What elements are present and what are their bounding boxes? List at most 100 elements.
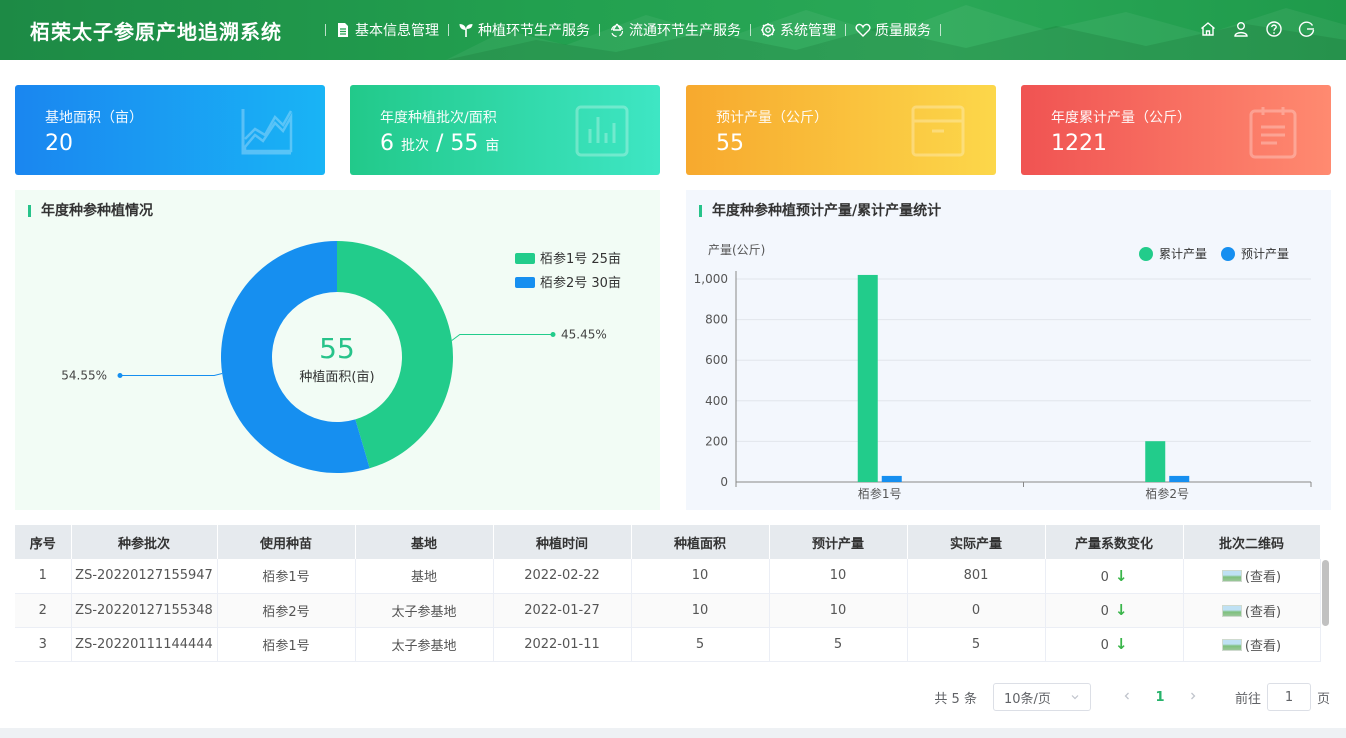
donut-center-label: 种植面积(亩): [299, 369, 374, 385]
table-cell: 0 ↓: [1045, 627, 1184, 662]
nav-label: 质量服务: [875, 23, 931, 39]
view-qr-link[interactable]: (查看): [1245, 605, 1281, 620]
table-cell: 2: [15, 593, 72, 628]
nav-circulation-service[interactable]: 流通环节生产服务: [609, 20, 741, 40]
prev-page-button[interactable]: [1115, 690, 1139, 705]
total-count: 共 5 条: [934, 691, 977, 707]
nav-label: 种植环节生产服务: [478, 23, 590, 39]
qr-thumbnail-icon: [1221, 638, 1242, 651]
bar[interactable]: [857, 274, 878, 482]
planting-overview-panel: 年度种参种植情况 45.45% 54.55% 55 种植面积(亩) 栢参1号 25亩 栢参…: [15, 190, 660, 510]
goto-page-input[interactable]: [1266, 683, 1311, 711]
table-row[interactable]: 3 ZS-20220111144444 栢参1号 太子参基地 2022-01-11 5 5 5…: [15, 627, 1321, 662]
table-cell: 10: [769, 593, 908, 628]
y-axis-label: 产量(公斤): [708, 243, 765, 257]
table-cell: 基地: [355, 559, 494, 594]
page-size-select[interactable]: 10条/页: [992, 683, 1091, 711]
table-cell: 10: [631, 559, 770, 594]
nav-planting-service[interactable]: 种植环节生产服务: [458, 20, 590, 40]
footer-bar: [0, 728, 1346, 738]
view-qr-link[interactable]: (查看): [1245, 570, 1281, 585]
bar[interactable]: [881, 475, 902, 482]
table-cell[interactable]: (查看): [1183, 559, 1321, 594]
page-number[interactable]: 1: [1145, 690, 1175, 705]
column-header: 预计产量: [769, 525, 908, 559]
app-title: 栢荣太子参原产地追溯系统: [30, 20, 282, 44]
table-cell: 0: [907, 593, 1046, 628]
main-nav: 基本信息管理 种植环节生产服务 流通环节生产服务 系统管理 质量服务: [322, 0, 950, 60]
gear-icon: [761, 23, 775, 37]
table-cell: 太子参基地: [355, 593, 494, 628]
table-cell: 栢参1号: [217, 559, 356, 594]
coefficient-value: 0: [1100, 638, 1109, 653]
legend-label: 预计产量: [1241, 247, 1289, 261]
table-cell: 801: [907, 559, 1046, 594]
nav-label: 系统管理: [780, 23, 836, 39]
help-icon[interactable]: [1265, 20, 1283, 38]
table-row[interactable]: 2 ZS-20220127155348 栢参2号 太子参基地 2022-01-27 10 1…: [15, 593, 1321, 628]
table-cell: 3: [15, 627, 72, 662]
column-header: 种参批次: [71, 525, 218, 559]
table-cell: 0 ↓: [1045, 559, 1184, 594]
table-cell: 2022-01-11: [493, 627, 632, 662]
table-cell: 10: [631, 593, 770, 628]
view-qr-link[interactable]: (查看): [1245, 639, 1281, 654]
nav-label: 流通环节生产服务: [629, 23, 741, 39]
recycle-icon: [610, 23, 624, 38]
table-cell[interactable]: (查看): [1183, 593, 1321, 628]
area-chart-icon: [241, 109, 293, 155]
next-page-button[interactable]: [1181, 690, 1205, 705]
home-icon[interactable]: [1199, 20, 1217, 38]
table-cell[interactable]: (查看): [1183, 627, 1321, 662]
y-tick-label: 200: [705, 434, 728, 448]
legend-marker: [1139, 247, 1153, 261]
slice-leader-dot: [550, 331, 556, 337]
table-cell: 5: [769, 627, 908, 662]
down-arrow-icon: ↓: [1114, 566, 1128, 585]
table-cell: 2022-01-27: [493, 593, 632, 628]
value-separator: /: [436, 131, 444, 156]
table-cell: 栢参1号: [217, 627, 356, 662]
bar-chart: 产量(公斤) 0 200 400 600 800 1,000 栢参1号 栢参2号 累计产量 预计产量: [694, 243, 1312, 501]
table-cell: ZS-20220111144444: [71, 627, 218, 662]
column-header: 种植面积: [631, 525, 770, 559]
table-row[interactable]: 1 ZS-20220127155947 栢参1号 基地 2022-02-22 10 10 80…: [15, 559, 1321, 594]
y-tick-label: 600: [705, 353, 728, 367]
bar[interactable]: [1145, 441, 1166, 482]
stat-card-cumulative-yield: 年度累计产量（公斤） 1221: [1021, 85, 1331, 175]
table-cell: 5: [631, 627, 770, 662]
bar-chart-icon: [575, 105, 629, 157]
x-tick-label: 栢参2号: [1145, 486, 1189, 501]
legend-label: 栢参2号 30亩: [540, 275, 621, 291]
table-cell: 10: [769, 559, 908, 594]
legend-marker: [1221, 247, 1235, 261]
slice-percent-label: 54.55%: [61, 369, 107, 383]
chevron-down-icon: [1071, 695, 1079, 700]
bar[interactable]: [1169, 475, 1190, 482]
legend-swatch: [515, 277, 535, 288]
table-cell: 0 ↓: [1045, 593, 1184, 628]
user-icon[interactable]: [1232, 20, 1250, 38]
table-scrollbar[interactable]: [1322, 560, 1329, 626]
logout-icon[interactable]: [1298, 20, 1316, 38]
stat-card-expected-yield: 预计产量（公斤） 55: [686, 85, 996, 175]
goto-page: 前往 页: [1235, 683, 1330, 711]
chevron-left-icon: [1124, 692, 1129, 699]
table-cell: 栢参2号: [217, 593, 356, 628]
table-cell: 5: [907, 627, 1046, 662]
x-tick-label: 栢参1号: [858, 486, 902, 501]
table-header-row: 序号 种参批次 使用种苗 基地 种植时间 种植面积 预计产量 实际产量 产量系数变化 批次二维码: [15, 525, 1321, 559]
yield-statistics-panel: 年度种参种植预计产量/累计产量统计 产量(公斤) 0 200 400 600 800 1,0…: [686, 190, 1331, 510]
nav-basic-info[interactable]: 基本信息管理: [335, 20, 439, 40]
goto-suffix: 页: [1316, 691, 1330, 707]
column-header: 序号: [15, 525, 72, 559]
column-header: 基地: [355, 525, 494, 559]
nav-system-management[interactable]: 系统管理: [760, 20, 836, 40]
area-unit: 亩: [485, 138, 500, 154]
down-arrow-icon: ↓: [1114, 601, 1128, 619]
coefficient-value: 0: [1100, 604, 1109, 619]
column-header: 使用种苗: [217, 525, 356, 559]
nav-quality-service[interactable]: 质量服务: [855, 20, 931, 40]
slice-leader-line: [451, 333, 553, 341]
table-cell: 2022-02-22: [493, 559, 632, 594]
